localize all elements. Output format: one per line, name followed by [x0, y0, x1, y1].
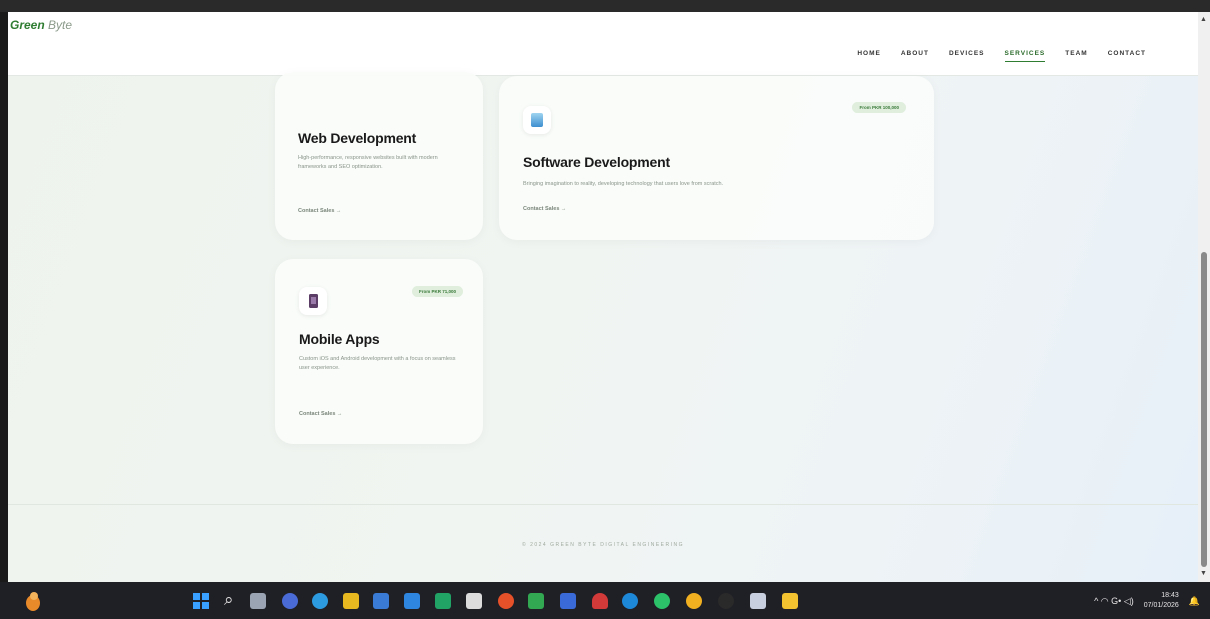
card-description: Custom iOS and Android development with … — [299, 356, 456, 371]
service-card-mobile: From PKR 71,000 Mobile Apps Custom iOS a… — [275, 259, 483, 444]
excel-icon[interactable] — [435, 593, 451, 609]
nav-services[interactable]: SERVICES — [1004, 50, 1046, 62]
edge-icon[interactable] — [622, 593, 638, 609]
card-title: Web Development — [298, 130, 417, 146]
software-icon — [523, 106, 551, 134]
contact-sales-link[interactable]: Contact Sales → — [523, 206, 566, 212]
notification-bell-icon[interactable]: 🔔 — [1189, 596, 1200, 607]
store-icon[interactable] — [373, 593, 389, 609]
scroll-down-arrow-icon[interactable]: ▼ — [1200, 570, 1207, 577]
main-nav: HOME ABOUT DEVICES SERVICES TEAM CONTACT — [857, 50, 1146, 62]
price-badge: From PKR 100,000 — [852, 102, 906, 113]
contact-sales-link[interactable]: Contact Sales → — [299, 411, 342, 417]
scroll-thumb[interactable] — [1201, 252, 1207, 567]
clock-time: 18:43 — [1161, 592, 1179, 599]
nav-home[interactable]: HOME — [857, 50, 881, 62]
tray-icons[interactable]: ^ ◠ G• ◁) — [1094, 596, 1134, 607]
calendar-icon[interactable] — [466, 593, 482, 609]
service-card-software: From PKR 100,000 Software Development Br… — [499, 76, 934, 240]
powerpoint-icon[interactable] — [498, 593, 514, 609]
site-navbar: Green Byte HOME ABOUT DEVICES SERVICES T… — [8, 12, 1198, 76]
chrome-icon[interactable] — [686, 593, 702, 609]
word-icon[interactable] — [404, 593, 420, 609]
brand-logo[interactable]: Green Byte — [10, 18, 72, 32]
nav-contact[interactable]: CONTACT — [1108, 50, 1146, 62]
window-top-edge — [0, 0, 1210, 12]
service-card-web: Web Development High-performance, respon… — [275, 72, 483, 240]
meet-icon[interactable] — [282, 593, 298, 609]
browser-viewport: Green Byte HOME ABOUT DEVICES SERVICES T… — [8, 12, 1198, 582]
card-title: Mobile Apps — [299, 331, 380, 347]
whatsapp-icon[interactable] — [654, 593, 670, 609]
brand-logo-light: Byte — [48, 18, 73, 32]
edge-dev-icon[interactable] — [312, 593, 328, 609]
app-red-icon[interactable] — [592, 593, 608, 609]
app-dark-icon[interactable] — [718, 593, 734, 609]
brand-logo-bold: Green — [10, 18, 45, 32]
page-scrollbar[interactable]: ▲ ▼ — [1198, 12, 1210, 582]
widgets-character-icon[interactable] — [22, 590, 44, 612]
system-tray: ^ ◠ G• ◁) 18:43 07/01/2026 🔔 — [1094, 591, 1200, 611]
card-title: Software Development — [523, 154, 670, 170]
nav-team[interactable]: TEAM — [1065, 50, 1087, 62]
notepad-icon[interactable] — [750, 593, 766, 609]
folder-icon[interactable] — [782, 593, 798, 609]
price-badge: From PKR 71,000 — [411, 286, 463, 297]
file-explorer-icon[interactable] — [343, 593, 359, 609]
contact-sales-link[interactable]: Contact Sales → — [298, 208, 341, 214]
nav-devices[interactable]: DEVICES — [949, 50, 985, 62]
card-description: Bringing imagination to reality, develop… — [523, 181, 724, 187]
photos-icon[interactable] — [528, 593, 544, 609]
card-description: High-performance, responsive websites bu… — [298, 155, 438, 170]
windows-taskbar: ⌕ ^ ◠ G• ◁) 18:43 07/01/2026 🔔 — [0, 582, 1210, 619]
teams-icon[interactable] — [560, 593, 576, 609]
clock-date: 07/01/2026 — [1143, 602, 1179, 609]
scroll-up-arrow-icon[interactable]: ▲ — [1200, 16, 1207, 23]
search-icon[interactable]: ⌕ — [224, 590, 234, 610]
footer-copyright: © 2024 GREEN BYTE DIGITAL ENGINEERING — [522, 542, 684, 548]
clock[interactable]: 18:43 07/01/2026 — [1144, 591, 1179, 611]
windows-start-icon[interactable] — [193, 593, 209, 609]
mobile-phone-icon — [299, 287, 327, 315]
nav-about[interactable]: ABOUT — [901, 50, 929, 62]
task-view-icon[interactable] — [250, 593, 266, 609]
footer-divider — [8, 504, 1198, 505]
